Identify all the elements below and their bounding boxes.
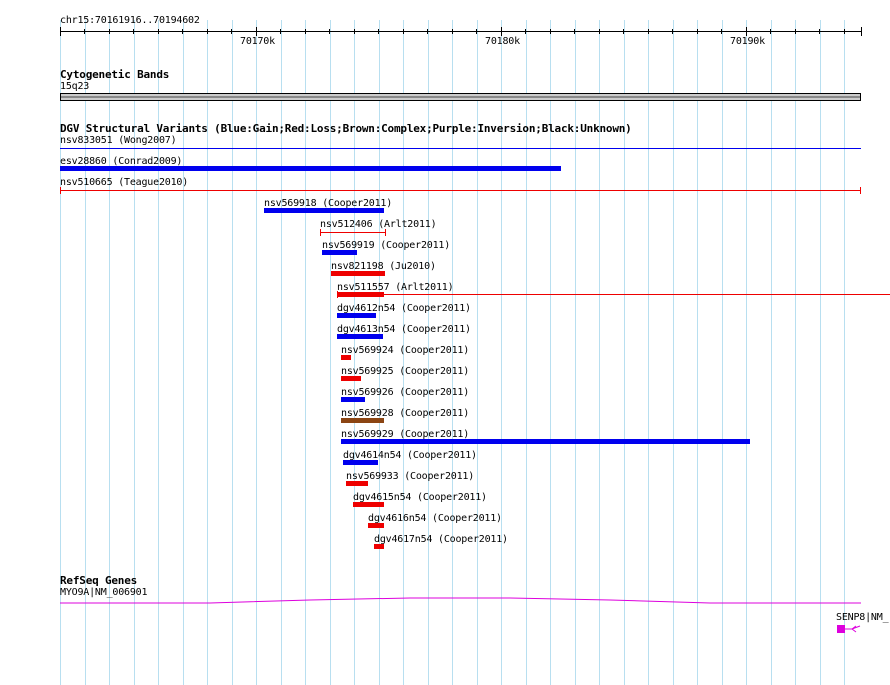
ruler-tick-label-70190k: 70190k (730, 36, 765, 47)
dgv-feature-bar[interactable] (343, 460, 378, 465)
dgv-feature-bar[interactable] (322, 250, 357, 255)
ruler-axis (60, 31, 861, 32)
dgv-feature-span-line[interactable] (320, 232, 386, 233)
dgv-feature-label: nsv833051 (Wong2007) (60, 135, 177, 146)
dgv-feature-span-line[interactable] (384, 294, 890, 295)
dgv-feature-bar[interactable] (341, 418, 384, 423)
ruler-minor-tick (329, 29, 330, 34)
dgv-feature-end-cap (320, 229, 321, 236)
dgv-feature-end-cap (60, 187, 61, 194)
ruler-minor-tick (648, 29, 649, 34)
ruler-minor-tick (231, 29, 232, 34)
dgv-feature-bar[interactable] (337, 292, 384, 297)
ruler-minor-tick (133, 29, 134, 34)
ruler-position-label: chr15:70161916..70194602 (60, 15, 200, 26)
dgv-feature-bar[interactable] (368, 523, 384, 528)
dgv-feature-bar[interactable] (341, 397, 365, 402)
ruler-tick-label-70180k: 70180k (485, 36, 520, 47)
ruler-minor-tick (819, 29, 820, 34)
dgv-feature-bar[interactable] (353, 502, 384, 507)
ruler-minor-tick (697, 29, 698, 34)
ruler-minor-tick (550, 29, 551, 34)
dgv-feature-label: nsv512406 (Arlt2011) (320, 219, 437, 230)
dgv-feature-bar[interactable] (341, 439, 750, 444)
track-title-refseq: RefSeq Genes (60, 574, 138, 587)
dgv-feature-label: dgv4617n54 (Cooper2011) (374, 534, 508, 545)
ruler-minor-tick (207, 29, 208, 34)
ruler-minor-tick (476, 29, 477, 34)
ruler-minor-tick (84, 29, 85, 34)
dgv-feature-bar[interactable] (337, 313, 376, 318)
dgv-feature-end-cap (385, 229, 386, 236)
genome-browser-view: chr15:70161916..70194602 70170k 70180k 7… (0, 0, 890, 685)
track-title-cytoband: Cytogenetic Bands (60, 68, 170, 81)
dgv-feature-label: nsv569924 (Cooper2011) (341, 345, 470, 356)
dgv-feature-end-cap (860, 187, 861, 194)
dgv-feature-end-cap (337, 291, 338, 298)
cytoband-label: 15q23 (60, 81, 90, 92)
ruler-minor-tick (844, 29, 845, 34)
ruler-minor-tick (599, 29, 600, 34)
ruler-minor-tick (574, 29, 575, 34)
ruler-major-tick (861, 27, 862, 36)
gene-myo9a-line[interactable] (0, 596, 890, 610)
ruler-minor-tick (770, 29, 771, 34)
ruler-minor-tick (427, 29, 428, 34)
dgv-feature-bar[interactable] (341, 376, 361, 381)
dgv-feature-bar[interactable] (374, 544, 384, 549)
ruler-minor-tick (501, 29, 502, 34)
ruler-minor-tick (158, 29, 159, 34)
ruler-major-tick (60, 27, 61, 36)
ruler-minor-tick (256, 29, 257, 34)
dgv-feature-label: dgv4616n54 (Cooper2011) (368, 513, 502, 524)
ruler-minor-tick (403, 29, 404, 34)
ruler-minor-tick (795, 29, 796, 34)
dgv-feature-bar[interactable] (264, 208, 384, 213)
dgv-feature-span-line[interactable] (60, 190, 861, 191)
ruler-minor-tick (672, 29, 673, 34)
dgv-feature-bar[interactable] (331, 271, 385, 276)
ruler-minor-tick (182, 29, 183, 34)
dgv-feature-label: nsv510665 (Teague2010) (60, 177, 189, 188)
ruler-minor-tick (354, 29, 355, 34)
dgv-feature-span-line[interactable] (60, 148, 861, 149)
ruler-tick-label-70170k: 70170k (240, 36, 275, 47)
senp8-direction-arrow-icon (845, 625, 861, 633)
dgv-feature-bar[interactable] (346, 481, 368, 486)
ruler-minor-tick (623, 29, 624, 34)
ruler-minor-tick (721, 29, 722, 34)
dgv-feature-bar[interactable] (341, 355, 351, 360)
ruler-minor-tick (746, 29, 747, 34)
ruler-minor-tick (452, 29, 453, 34)
dgv-feature-bar[interactable] (337, 334, 383, 339)
ruler-minor-tick (109, 29, 110, 34)
track-title-dgv: DGV Structural Variants (Blue:Gain;Red:L… (60, 122, 632, 135)
ruler-minor-tick (280, 29, 281, 34)
ruler-minor-tick (305, 29, 306, 34)
cytoband-chromosome-bar[interactable] (60, 93, 861, 101)
ruler-minor-tick (378, 29, 379, 34)
dgv-feature-bar[interactable] (60, 166, 561, 171)
ruler-minor-tick (525, 29, 526, 34)
